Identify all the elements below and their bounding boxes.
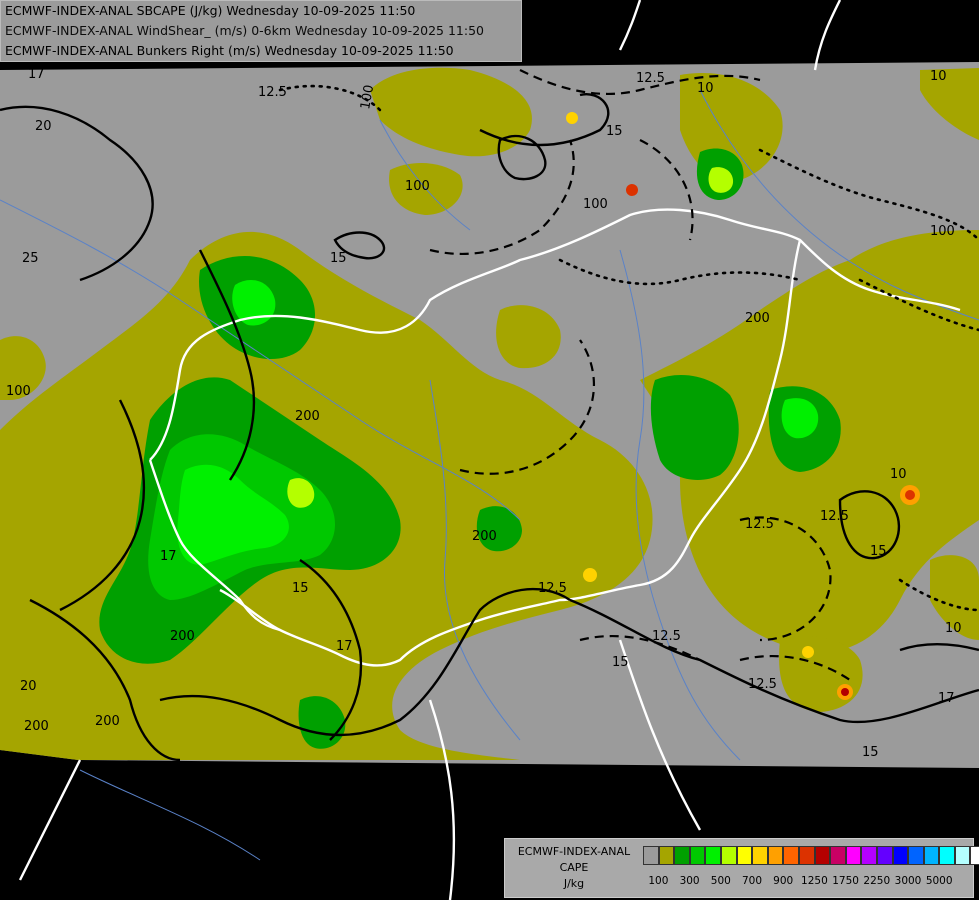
contour-label: 12.5 bbox=[820, 509, 849, 524]
weather-map: 12.5 10 15 100 20 25 100 17 200 12.5 15 … bbox=[0, 0, 979, 900]
contour-label: 12.5 bbox=[636, 71, 665, 86]
legend-variable: CAPE bbox=[559, 861, 589, 874]
legend-tick-label: 5000 bbox=[925, 875, 953, 887]
legend-tick-label: 300 bbox=[679, 875, 700, 887]
contour-label: 15 bbox=[330, 251, 347, 266]
legend-swatch bbox=[923, 846, 940, 865]
legend-swatch bbox=[908, 846, 924, 865]
contour-label: 17 bbox=[160, 549, 177, 564]
contour-label: 12.5 bbox=[748, 677, 777, 692]
legend-swatch bbox=[814, 846, 831, 865]
contour-label: 12.5 bbox=[745, 517, 774, 532]
legend-tick-label: 1250 bbox=[801, 875, 828, 887]
contour-label: 200 bbox=[24, 719, 49, 734]
legend-swatch bbox=[658, 846, 675, 865]
legend-swatch bbox=[705, 846, 721, 865]
legend-swatch bbox=[954, 846, 971, 865]
legend-tick-labels: 100 300 500 700 900 1250 1750 2250 3000 5000 bbox=[643, 875, 973, 889]
legend-swatch bbox=[783, 846, 799, 865]
core-east-inner bbox=[905, 490, 915, 500]
contour-label: 200 bbox=[295, 409, 320, 424]
contour-label: 20 bbox=[20, 679, 37, 694]
contour-label: 100 bbox=[930, 224, 955, 239]
legend-color-scale bbox=[643, 846, 979, 865]
contour-label: 17 bbox=[28, 67, 45, 82]
title-line-windshear: ECMWF-INDEX-ANAL WindShear_ (m/s) 0-6km … bbox=[5, 23, 484, 38]
legend-swatch bbox=[845, 846, 862, 865]
contour-label: 15 bbox=[612, 655, 629, 670]
core-se2 bbox=[802, 646, 814, 658]
contour-label: 10 bbox=[930, 69, 947, 84]
legend-tick-label: 700 bbox=[741, 875, 763, 887]
legend-tick-label: 500 bbox=[710, 875, 731, 887]
legend-swatch bbox=[939, 846, 955, 865]
contour-label: 10 bbox=[697, 81, 714, 96]
contour-label: 100 bbox=[6, 384, 31, 399]
contour-label: 15 bbox=[292, 581, 309, 596]
contour-label: 17 bbox=[336, 639, 353, 654]
core-south bbox=[583, 568, 597, 582]
legend-swatch bbox=[689, 846, 706, 865]
legend-swatch bbox=[876, 846, 893, 865]
contour-label: 25 bbox=[22, 251, 39, 266]
legend-swatch bbox=[643, 846, 659, 865]
title-line-sbcape: ECMWF-INDEX-ANAL SBCAPE (J/kg) Wednesday… bbox=[5, 3, 416, 18]
contour-label: 15 bbox=[870, 544, 887, 559]
legend-swatch bbox=[767, 846, 784, 865]
contour-label: 15 bbox=[606, 124, 623, 139]
legend-swatch bbox=[970, 846, 979, 865]
core-se-inner bbox=[841, 688, 849, 696]
contour-label: 10 bbox=[945, 621, 962, 636]
contour-label: 200 bbox=[745, 311, 770, 326]
contour-label: 15 bbox=[862, 745, 879, 760]
contour-label: 20 bbox=[35, 119, 52, 134]
contour-label: 100 bbox=[405, 179, 430, 194]
cape-legend: ECMWF-INDEX-ANAL CAPE J/kg 100 300 500 700 9… bbox=[504, 838, 979, 898]
legend-swatch bbox=[830, 846, 846, 865]
contour-label: 200 bbox=[472, 529, 497, 544]
title-line-bunkers: ECMWF-INDEX-ANAL Bunkers Right (m/s) Wed… bbox=[5, 43, 454, 58]
legend-tick-label: 1750 bbox=[832, 875, 859, 887]
legend-tick-label: 900 bbox=[773, 875, 794, 887]
legend-tick-label: 2250 bbox=[863, 875, 891, 887]
legend-tick-label: 100 bbox=[648, 875, 669, 887]
legend-swatch bbox=[892, 846, 909, 865]
contour-label: 12.5 bbox=[258, 85, 287, 100]
contour-label: 200 bbox=[95, 714, 120, 729]
legend-unit: J/kg bbox=[563, 877, 585, 890]
legend-source: ECMWF-INDEX-ANAL bbox=[517, 845, 631, 858]
core-north bbox=[626, 184, 638, 196]
legend-swatch bbox=[720, 846, 737, 865]
contour-label: 200 bbox=[170, 629, 195, 644]
contour-label: 12.5 bbox=[538, 581, 567, 596]
legend-swatch bbox=[798, 846, 815, 865]
contour-label: 12.5 bbox=[652, 629, 681, 644]
map-title-box: ECMWF-INDEX-ANAL SBCAPE (J/kg) Wednesday… bbox=[0, 0, 522, 62]
legend-swatch bbox=[752, 846, 768, 865]
contour-label: 100 bbox=[583, 197, 608, 212]
legend-tick-label: 3000 bbox=[894, 875, 922, 887]
legend-swatch bbox=[736, 846, 753, 865]
core-northmid bbox=[566, 112, 578, 124]
contour-label: 10 bbox=[890, 467, 907, 482]
legend-swatch bbox=[861, 846, 877, 865]
contour-label: 17 bbox=[938, 691, 955, 706]
legend-swatch bbox=[674, 846, 690, 865]
